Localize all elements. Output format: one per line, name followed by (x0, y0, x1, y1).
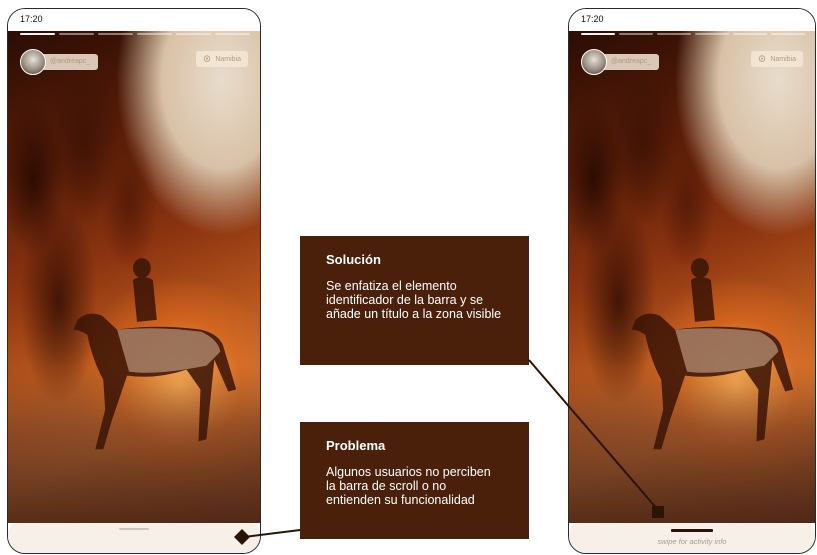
progress-segment (657, 33, 691, 35)
progress-segment (20, 33, 55, 35)
progress-segment (59, 33, 94, 35)
location-label: Namibia (215, 55, 241, 63)
avatar[interactable] (20, 49, 46, 75)
location-chip[interactable]: Namibia (196, 51, 248, 67)
progress-segment (619, 33, 653, 35)
username-label[interactable]: @andreapc_ (601, 54, 660, 70)
map-pin-icon (759, 55, 766, 62)
callout-body: Algunos usuarios no perciben la barra de… (326, 465, 491, 507)
story-progress-bar (20, 33, 250, 36)
map-pin-icon (204, 55, 211, 62)
callout-body: Se enfatiza el elemento identificador de… (326, 279, 502, 321)
sheet-title[interactable]: swipe for activity info (569, 537, 815, 546)
horse-rider-silhouette (631, 258, 794, 450)
location-chip[interactable]: Namibia (751, 51, 803, 67)
callout-title: Solución (326, 252, 381, 267)
progress-segment (176, 33, 211, 35)
callout-problem: Problema Algunos usuarios no perciben la… (300, 422, 529, 539)
bottom-sheet[interactable]: swipe for activity info (569, 523, 815, 553)
progress-segment (733, 33, 767, 35)
phone-mockup-before: 17:20 @andreapc_ Namibia (7, 8, 261, 554)
sheet-drag-handle[interactable] (671, 529, 713, 532)
story-progress-bar (581, 33, 805, 36)
sheet-drag-handle[interactable] (119, 528, 149, 530)
status-bar: 17:20 (8, 9, 260, 31)
progress-segment (695, 33, 729, 35)
callout-title: Problema (326, 438, 386, 453)
callout-solution: Solución Se enfatiza el elemento identif… (300, 236, 529, 365)
username-label[interactable]: @andreapc_ (40, 54, 99, 70)
progress-segment (581, 33, 615, 35)
progress-segment (137, 33, 172, 35)
avatar[interactable] (581, 49, 607, 75)
user-chip[interactable]: @andreapc_ (20, 49, 99, 75)
status-bar: 17:20 (569, 9, 815, 31)
bottom-sheet[interactable] (8, 523, 260, 553)
story-photo (569, 31, 815, 523)
user-chip[interactable]: @andreapc_ (581, 49, 660, 75)
horse-rider-silhouette (73, 258, 237, 450)
progress-segment (215, 33, 250, 35)
phone-mockup-after: 17:20 @andreapc_ Namibia swipe for activ… (568, 8, 816, 554)
progress-segment (771, 33, 805, 35)
status-time: 17:20 (581, 14, 604, 24)
story-photo (8, 31, 260, 523)
progress-segment (98, 33, 133, 35)
location-label: Namibia (770, 55, 796, 63)
status-time: 17:20 (20, 14, 43, 24)
